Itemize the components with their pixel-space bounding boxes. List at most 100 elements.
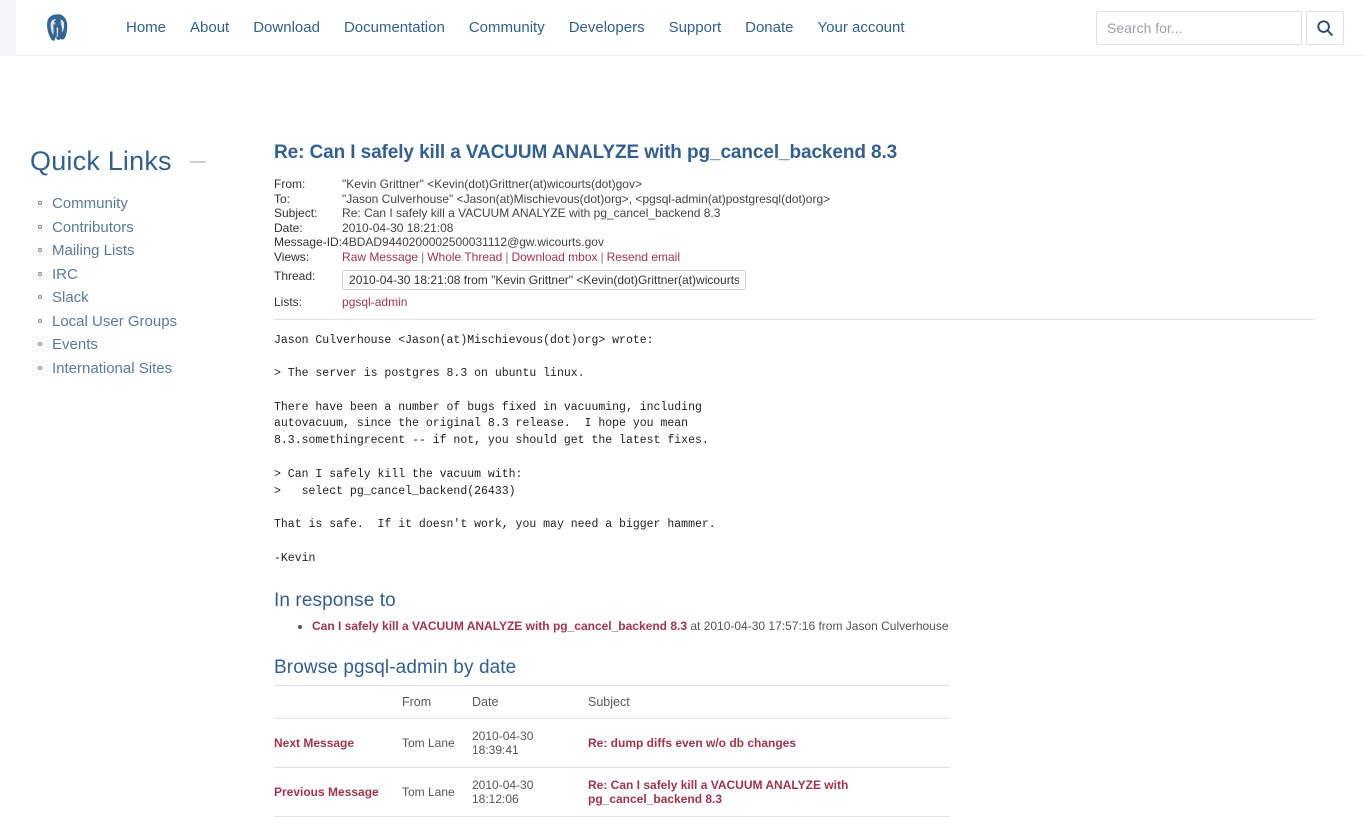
nav-item-developers[interactable]: Developers: [557, 13, 657, 42]
page-content: Quick Links Community Contributors Maili…: [0, 56, 1366, 817]
value-lists: pgsql-admin: [342, 294, 830, 311]
link-download-mbox[interactable]: Download mbox: [511, 250, 597, 264]
sidebar-item-events[interactable]: Events: [52, 336, 98, 353]
browse-table-head: From Date Subject: [274, 684, 950, 719]
table-header-row: From Date Subject: [274, 684, 950, 719]
postgresql-elephant-logo-icon: [42, 12, 74, 44]
column-header-nav: [274, 684, 402, 719]
sidebar-title: Quick Links: [30, 146, 256, 177]
cell-date: 2010-04-30 18:12:06: [472, 767, 588, 817]
cell-from: Tom Lane: [402, 767, 472, 817]
in-response-to-meta: at 2010-04-30 17:57:16 from Jason Culver…: [687, 618, 949, 633]
views-separator: |: [600, 249, 604, 264]
list-item: Can I safely kill a VACUUM ANALYZE with …: [312, 618, 1324, 635]
link-whole-thread[interactable]: Whole Thread: [427, 250, 502, 264]
link-raw-message[interactable]: Raw Message: [342, 250, 418, 264]
cell-nav: Next Message: [274, 718, 402, 768]
header-row-date: Date: 2010-04-30 18:21:08: [274, 220, 830, 237]
nav-item-your-account[interactable]: Your account: [806, 13, 917, 42]
cell-subject: Re: dump diffs even w/o db changes: [588, 718, 950, 768]
search-submit-button[interactable]: [1306, 10, 1344, 45]
header-row-views: Views: Raw Message | Whole Thread | Download…: [274, 249, 830, 266]
cell-subject: Re: Can I safely kill a VACUUM ANALYZE w…: [588, 767, 950, 817]
sidebar-item-contributors[interactable]: Contributors: [52, 219, 134, 236]
message-header-table: From: "Kevin Grittner" <Kevin(dot)Grittn…: [274, 177, 831, 311]
header-row-thread: Thread: 2010-04-30 18:21:08 from "Kevin …: [274, 265, 830, 294]
message-view: Re: Can I safely kill a VACUUM ANALYZE w…: [274, 142, 1324, 817]
value-views: Raw Message | Whole Thread | Download mbox | R…: [342, 249, 830, 266]
label-date: Date:: [274, 220, 303, 235]
label-lists: Lists:: [274, 295, 303, 309]
in-response-to-heading: In response to: [274, 589, 396, 611]
previous-message-link[interactable]: Previous Message: [274, 785, 379, 799]
label-thread: Thread:: [274, 269, 316, 283]
label-subject: Subject:: [274, 206, 318, 220]
thread-select[interactable]: 2010-04-30 18:21:08 from "Kevin Grittner…: [342, 270, 747, 290]
in-response-to-list: Can I safely kill a VACUUM ANALYZE with …: [274, 618, 1324, 635]
nav-item-download[interactable]: Download: [241, 13, 332, 42]
nav-item-support[interactable]: Support: [657, 13, 734, 42]
value-message-id: 4BDAD9440200002500031112@gw.wicourts.gov: [342, 235, 604, 249]
column-header-subject: Subject: [588, 684, 950, 719]
cell-from: Tom Lane: [402, 718, 472, 768]
subject-link[interactable]: Re: dump diffs even w/o db changes: [588, 736, 796, 750]
list-item: Slack: [38, 289, 256, 306]
column-header-date: Date: [472, 684, 588, 719]
header-row-message-id: Message-ID: 4BDAD9440200002500031112@gw.…: [274, 235, 830, 251]
label-message-id: Message-ID:: [274, 235, 343, 249]
subject-link[interactable]: Re: Can I safely kill a VACUUM ANALYZE w…: [588, 778, 848, 806]
label-views: Views:: [274, 249, 310, 264]
nav-item-documentation[interactable]: Documentation: [332, 13, 457, 42]
cell-nav: Previous Message: [274, 767, 402, 817]
sidebar-title-dash: [189, 161, 206, 163]
search-icon: [1316, 19, 1334, 37]
views-separator: |: [421, 249, 425, 264]
header-row-to: To: "Jason Culverhouse" <Jason(at)Mischi…: [274, 191, 831, 208]
sidebar-item-local-user-groups[interactable]: Local User Groups: [52, 313, 177, 330]
sidebar-item-irc[interactable]: IRC: [52, 266, 78, 283]
value-date: 2010-04-30 18:21:08: [342, 220, 454, 235]
search-input[interactable]: [1096, 10, 1302, 45]
nav-item-home[interactable]: Home: [114, 13, 178, 42]
cell-date: 2010-04-30 18:39:41: [472, 718, 588, 768]
nav-item-about[interactable]: About: [178, 13, 241, 42]
sidebar-item-slack[interactable]: Slack: [52, 289, 89, 306]
navbar: Home About Download Documentation Commun…: [16, 0, 1366, 56]
table-row: Next Message Tom Lane 2010-04-30 18:39:4…: [274, 718, 950, 768]
main-navigation: Home About Download Documentation Commun…: [86, 13, 1096, 42]
browse-table-body: Next Message Tom Lane 2010-04-30 18:39:4…: [274, 718, 950, 817]
postgresql-logo-link[interactable]: [16, 12, 86, 44]
browse-heading: Browse pgsql-admin by date: [274, 656, 517, 678]
sidebar-item-international-sites[interactable]: International Sites: [52, 360, 172, 377]
label-to: To:: [274, 191, 291, 206]
link-list-pgsql-admin[interactable]: pgsql-admin: [342, 295, 407, 309]
value-thread: 2010-04-30 18:21:08 from "Kevin Grittner…: [342, 265, 830, 294]
next-message-link[interactable]: Next Message: [274, 736, 354, 750]
header-row-subject: Subject: Re: Can I safely kill a VACUUM …: [274, 206, 830, 222]
label-from: From:: [274, 177, 306, 191]
page-title: Re: Can I safely kill a VACUUM ANALYZE w…: [274, 142, 898, 163]
in-response-to-link[interactable]: Can I safely kill a VACUUM ANALYZE with …: [312, 619, 687, 633]
nav-item-community[interactable]: Community: [457, 13, 557, 42]
quick-links-list: Community Contributors Mailing Lists IRC…: [30, 195, 256, 377]
list-item: Mailing Lists: [38, 242, 256, 259]
link-resend-email[interactable]: Resend email: [607, 250, 680, 264]
message-body: Jason Culverhouse <Jason(at)Mischievous(…: [274, 333, 716, 565]
header-row-lists: Lists: pgsql-admin: [274, 294, 830, 311]
column-header-from: From: [402, 684, 472, 719]
value-from: "Kevin Grittner" <Kevin(dot)Grittner(at)…: [342, 177, 642, 191]
list-item: Local User Groups: [38, 313, 256, 330]
nav-item-donate[interactable]: Donate: [733, 13, 805, 42]
sidebar-title-text: Quick Links: [30, 146, 172, 176]
list-item: Community: [38, 195, 256, 212]
value-subject: Re: Can I safely kill a VACUUM ANALYZE w…: [342, 206, 721, 220]
sidebar-item-mailing-lists[interactable]: Mailing Lists: [52, 242, 135, 259]
header-divider: [274, 318, 1314, 320]
list-item: Events: [38, 336, 256, 353]
quick-links-sidebar: Quick Links Community Contributors Maili…: [30, 146, 256, 383]
table-row: Previous Message Tom Lane 2010-04-30 18:…: [274, 767, 950, 817]
list-item: IRC: [38, 266, 256, 283]
search-form: [1096, 10, 1344, 45]
value-to: "Jason Culverhouse" <Jason(at)Mischievou…: [342, 191, 831, 206]
sidebar-item-community[interactable]: Community: [52, 195, 128, 212]
